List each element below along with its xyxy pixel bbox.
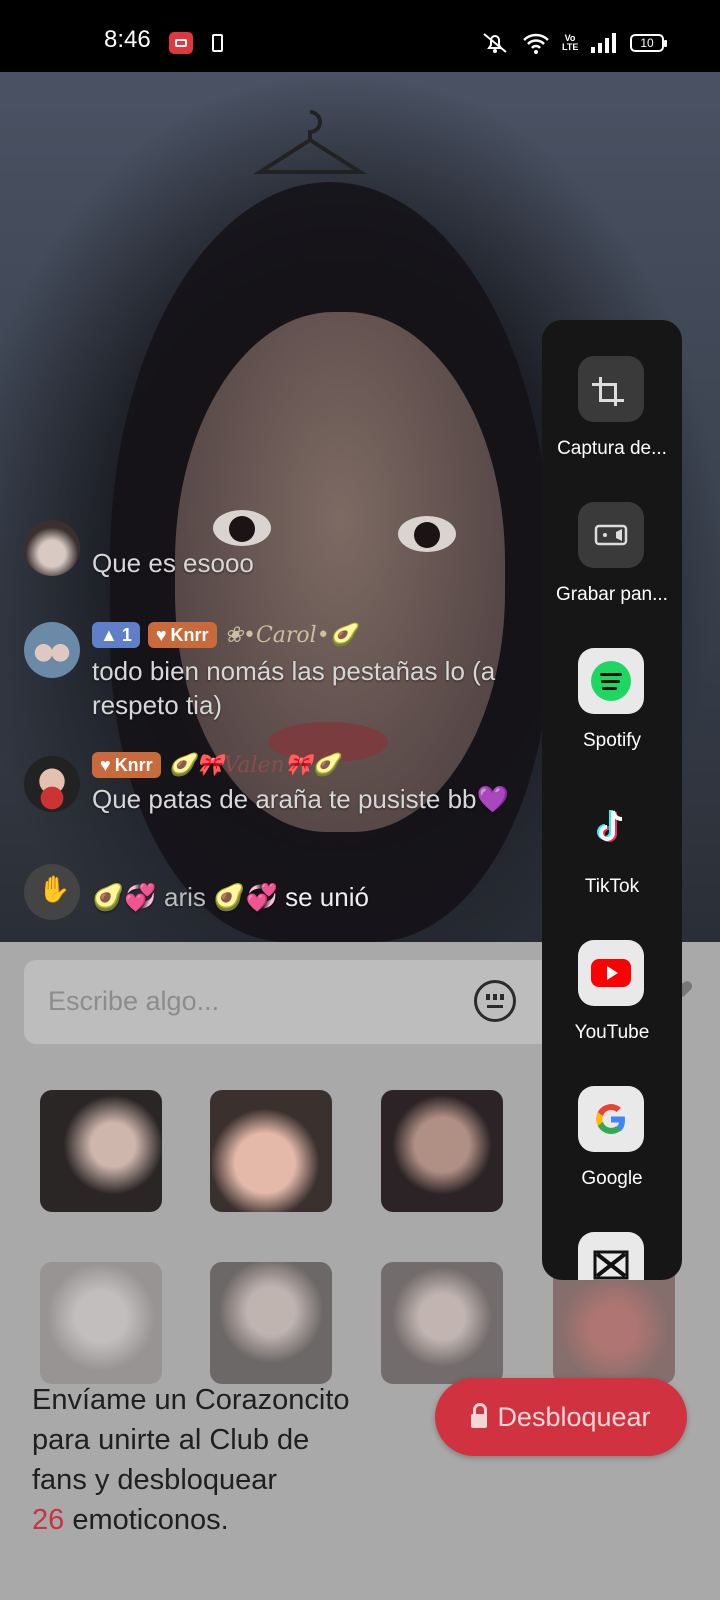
emoticon-locked[interactable] bbox=[210, 1262, 332, 1384]
bow-icon: 🎀 bbox=[196, 752, 224, 778]
chat-message-text: Que patas de araña te pusiste bb💜 bbox=[92, 784, 509, 814]
fan-heart-icon: ♥ bbox=[100, 754, 111, 775]
nickname-text: •Carol• bbox=[242, 622, 330, 648]
nickname-text: Valen bbox=[223, 752, 285, 778]
avocado-icon: 🥑 bbox=[168, 752, 197, 778]
nickname[interactable]: ❀•Carol•🥑 bbox=[225, 623, 358, 648]
status-icons: Vo LTE 10 bbox=[480, 30, 667, 56]
fan-badge-text: Knrr bbox=[114, 754, 153, 775]
panel-item-spotify[interactable]: Spotify bbox=[542, 648, 682, 794]
panel-item-capcut[interactable] bbox=[542, 1232, 682, 1280]
tiktok-icon bbox=[578, 794, 644, 860]
youtube-icon bbox=[578, 940, 644, 1006]
avatar[interactable] bbox=[24, 622, 80, 678]
avocado-icon: 🥑💞 bbox=[213, 882, 278, 912]
screen-record-icon bbox=[578, 502, 644, 568]
avocado-icon: 🥑 bbox=[329, 622, 358, 648]
keyboard-icon[interactable] bbox=[474, 980, 516, 1022]
panel-item-tiktok[interactable]: TikTok bbox=[542, 794, 682, 940]
fan-heart-icon: ♥ bbox=[155, 624, 167, 645]
join-text: 🥑💞 aris 🥑💞 se unió bbox=[92, 880, 369, 914]
screen-recording-icon bbox=[169, 32, 193, 54]
flower-icon: ❀ bbox=[224, 622, 243, 648]
quick-launch-panel: Captura de... Grabar pan... Spotify TikT… bbox=[542, 320, 682, 1280]
status-time: 8:46 bbox=[104, 26, 151, 53]
panel-item-screen-record[interactable]: Grabar pan... bbox=[542, 502, 682, 648]
wifi-icon bbox=[523, 33, 549, 54]
signal-icon bbox=[591, 33, 616, 53]
unlock-line: Envíame un Corazoncito bbox=[32, 1384, 350, 1416]
avatar[interactable] bbox=[24, 756, 80, 812]
chat-message-text: Que es esooo bbox=[92, 548, 254, 578]
panel-item-label: TikTok bbox=[584, 876, 640, 897]
capcut-icon bbox=[578, 1232, 644, 1280]
unlock-button[interactable]: Desbloquear bbox=[435, 1378, 687, 1456]
emoticon-locked[interactable] bbox=[381, 1262, 503, 1384]
unlock-line: para unirte al Club de bbox=[32, 1424, 310, 1456]
video-eye bbox=[213, 510, 271, 546]
emoticon-locked[interactable] bbox=[40, 1262, 162, 1384]
fan-badge: ♥ Knrr bbox=[92, 752, 161, 778]
emoticon[interactable] bbox=[381, 1090, 503, 1212]
status-bar: 8:46 Vo LTE 10 bbox=[0, 0, 720, 72]
chat-message-text: todo bien nomás las pestañas lo (a bbox=[92, 656, 496, 686]
unlock-line: 26 emoticonos. bbox=[32, 1500, 412, 1540]
arrow-icon: ▲ bbox=[100, 624, 118, 645]
join-text-label: se unió bbox=[285, 882, 369, 912]
panel-item-youtube[interactable]: YouTube bbox=[542, 940, 682, 1086]
fan-badge: ♥ Knrr bbox=[147, 622, 217, 648]
emoticon[interactable] bbox=[40, 1090, 162, 1212]
unlock-suffix: emoticonos. bbox=[64, 1504, 229, 1536]
unlock-description: Envíame un Corazoncito para unirte al Cl… bbox=[32, 1380, 412, 1540]
phone-icon bbox=[212, 34, 223, 52]
panel-item-label: Captura de... bbox=[557, 438, 667, 459]
video-eye bbox=[398, 516, 456, 552]
user-badges: ▲ 1 ♥ Knrr ❀•Carol•🥑 bbox=[92, 622, 357, 648]
avatar: ✋ bbox=[24, 864, 80, 920]
emoticon-locked[interactable] bbox=[553, 1262, 675, 1384]
user-badges: ♥ Knrr 🥑🎀Valen🎀🥑 bbox=[92, 752, 340, 778]
panel-item-label: Spotify bbox=[582, 730, 642, 751]
chat-input-placeholder: Escribe algo... bbox=[48, 986, 220, 1016]
panel-item-label: YouTube bbox=[574, 1022, 650, 1043]
emoticon-count: 26 bbox=[32, 1504, 65, 1536]
chat-message-text: respeto tia) bbox=[92, 690, 223, 720]
crop-icon bbox=[578, 356, 644, 422]
lock-icon bbox=[471, 1403, 488, 1428]
wave-icon: ✋ bbox=[38, 874, 71, 904]
chat-input[interactable]: Escribe algo... bbox=[24, 960, 554, 1044]
panel-item-label: Grabar pan... bbox=[556, 584, 668, 605]
spotify-icon bbox=[578, 648, 644, 714]
nickname[interactable]: 🥑🎀Valen🎀🥑 bbox=[169, 753, 340, 778]
bow-icon: 🎀 bbox=[284, 752, 313, 778]
join-user-name[interactable]: aris bbox=[164, 882, 206, 912]
emoticon[interactable] bbox=[210, 1090, 332, 1212]
google-icon bbox=[578, 1086, 644, 1152]
fan-badge-text: Knrr bbox=[170, 624, 209, 645]
battery-icon: 10 bbox=[630, 34, 667, 52]
unlock-button-label: Desbloquear bbox=[497, 1401, 651, 1432]
level-badge: ▲ 1 bbox=[92, 622, 140, 648]
panel-item-google[interactable]: Google bbox=[542, 1086, 682, 1232]
level-badge-text: 1 bbox=[121, 624, 132, 645]
hanger-icon bbox=[253, 110, 367, 174]
unlock-line: fans y desbloquear bbox=[32, 1464, 278, 1496]
avocado-icon: 🥑💞 bbox=[92, 882, 157, 912]
avatar[interactable] bbox=[24, 520, 80, 576]
volte-label: Vo LTE bbox=[562, 33, 579, 52]
mute-icon bbox=[483, 33, 507, 53]
avocado-icon: 🥑 bbox=[312, 752, 340, 778]
panel-item-label: Google bbox=[581, 1168, 643, 1189]
panel-item-screenshot[interactable]: Captura de... bbox=[542, 356, 682, 502]
